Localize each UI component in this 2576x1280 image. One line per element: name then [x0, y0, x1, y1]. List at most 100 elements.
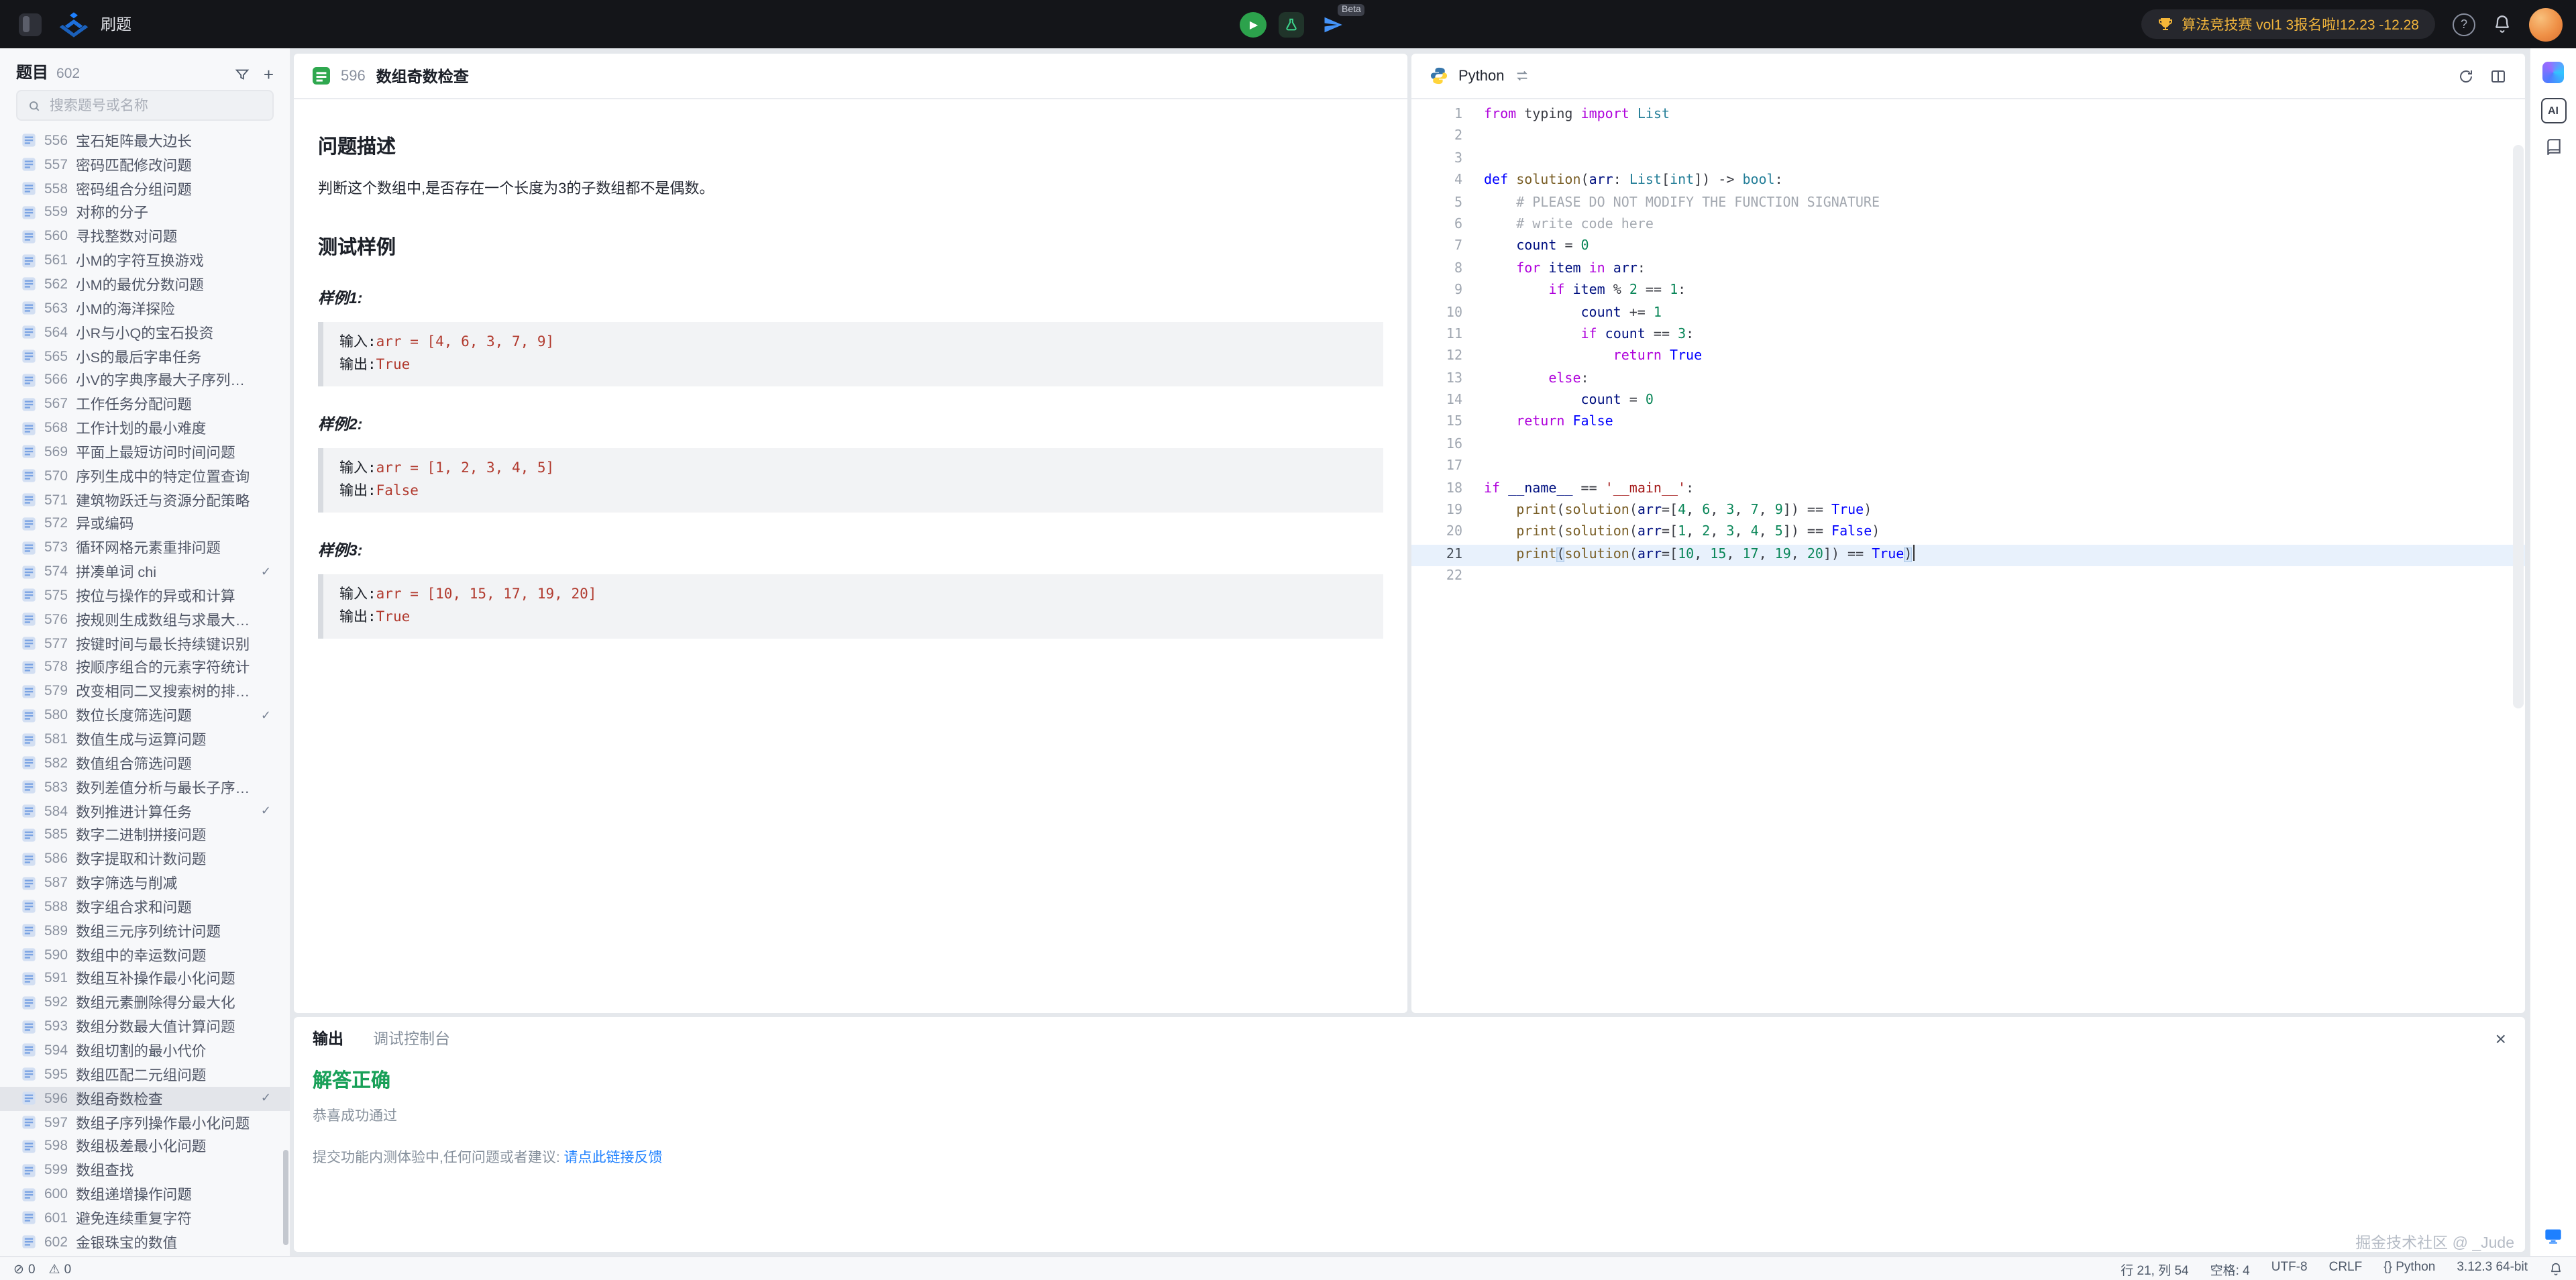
- line-number[interactable]: 5: [1411, 193, 1462, 215]
- problem-list-item[interactable]: 595数组匹配二元组问题✓: [0, 1063, 290, 1087]
- problem-list-item[interactable]: 598数组极差最小化问题✓: [0, 1134, 290, 1159]
- help-button[interactable]: ?: [2453, 13, 2475, 36]
- code-line[interactable]: 16: [1411, 435, 2525, 457]
- add-button[interactable]: +: [264, 66, 274, 83]
- problem-list-item[interactable]: 602金银珠宝的数值✓: [0, 1230, 290, 1255]
- line-number[interactable]: 7: [1411, 237, 1462, 259]
- problem-list-item[interactable]: 581数值生成与运算问题✓: [0, 727, 290, 751]
- line-number[interactable]: 17: [1411, 457, 1462, 479]
- problem-list-item[interactable]: 570序列生成中的特定位置查询✓: [0, 464, 290, 488]
- code-line[interactable]: 11 if count == 3:: [1411, 325, 2525, 347]
- line-number[interactable]: 9: [1411, 280, 1462, 303]
- problem-list-item[interactable]: 590数组中的幸运数问题✓: [0, 943, 290, 967]
- reset-code-button[interactable]: [2458, 68, 2474, 84]
- code-line[interactable]: 8 for item in arr:: [1411, 258, 2525, 280]
- problem-list-item[interactable]: 591数组互补操作最小化问题✓: [0, 967, 290, 991]
- problem-list-item[interactable]: 572异或编码✓: [0, 512, 290, 536]
- sidebar-toggle-icon[interactable]: [19, 13, 42, 36]
- warning-count[interactable]: ⚠0: [49, 1262, 72, 1277]
- line-number[interactable]: 10: [1411, 303, 1462, 325]
- code-line[interactable]: 18if __name__ == '__main__':: [1411, 478, 2525, 500]
- preview-icon[interactable]: [2544, 1226, 2563, 1245]
- contest-banner[interactable]: 算法竞技赛 vol1 3报名啦!12.23 -12.28: [2141, 9, 2435, 39]
- user-avatar[interactable]: [2529, 7, 2563, 41]
- debug-button[interactable]: [1279, 11, 1304, 37]
- code-line[interactable]: 9 if item % 2 == 1:: [1411, 280, 2525, 303]
- docs-icon[interactable]: [2544, 138, 2562, 156]
- code-line[interactable]: 13 else:: [1411, 368, 2525, 390]
- ai-assistant-icon[interactable]: AI: [2540, 98, 2566, 123]
- problem-list-item[interactable]: 558密码组合分组问题✓: [0, 176, 290, 201]
- problem-list-item[interactable]: 561小M的字符互换游戏✓: [0, 248, 290, 272]
- code-line[interactable]: 21 print(solution(arr=[10, 15, 17, 19, 2…: [1411, 545, 2525, 567]
- line-number[interactable]: 11: [1411, 325, 1462, 347]
- problem-list-item[interactable]: 594数组切割的最小代价✓: [0, 1038, 290, 1063]
- line-number[interactable]: 1: [1411, 105, 1462, 127]
- code-line[interactable]: 5 # PLEASE DO NOT MODIFY THE FUNCTION SI…: [1411, 193, 2525, 215]
- sidebar-scrollbar[interactable]: [283, 1150, 288, 1245]
- problem-list-item[interactable]: 568工作计划的最小难度✓: [0, 416, 290, 440]
- problem-list-item[interactable]: 589数组三元序列统计问题✓: [0, 919, 290, 943]
- switch-language-icon[interactable]: [1515, 68, 1530, 83]
- problem-list-item[interactable]: 571建筑物跃迁与资源分配策略✓: [0, 488, 290, 512]
- feedback-link[interactable]: 请点此链接反馈: [564, 1150, 663, 1166]
- notifications-button[interactable]: [2493, 15, 2512, 34]
- problem-list-item[interactable]: 586数字提取和计数问题✓: [0, 847, 290, 871]
- line-number[interactable]: 3: [1411, 149, 1462, 171]
- search-input[interactable]: [47, 96, 262, 115]
- line-number[interactable]: 12: [1411, 347, 1462, 369]
- problem-list-item[interactable]: 584数列推进计算任务✓: [0, 799, 290, 823]
- problem-list-item[interactable]: 596数组奇数检查✓: [0, 1087, 290, 1111]
- problem-list-item[interactable]: 564小R与小Q的宝石投资✓: [0, 321, 290, 345]
- problem-list-item[interactable]: 569平面上最短访问时间问题✓: [0, 440, 290, 464]
- editor-scrollbar[interactable]: [2513, 145, 2524, 708]
- problem-list-item[interactable]: 579改变相同二叉搜索树的排列方案数✓: [0, 680, 290, 704]
- status-bell-icon[interactable]: [2549, 1263, 2563, 1276]
- problem-list-item[interactable]: 576按规则生成数组与求最大值问题✓: [0, 608, 290, 632]
- code-line[interactable]: 15 return False: [1411, 413, 2525, 435]
- problem-list-item[interactable]: 583数列差值分析与最长子序列问题✓: [0, 776, 290, 800]
- problem-list-item[interactable]: 601避免连续重复字符✓: [0, 1206, 290, 1230]
- code-line[interactable]: 12 return True: [1411, 347, 2525, 369]
- line-number[interactable]: 21: [1411, 545, 1462, 567]
- line-number[interactable]: 2: [1411, 127, 1462, 149]
- code-line[interactable]: 19 print(solution(arr=[4, 6, 3, 7, 9]) =…: [1411, 500, 2525, 523]
- problem-list-item[interactable]: 587数字筛选与削减✓: [0, 871, 290, 895]
- run-button[interactable]: ▶: [1240, 11, 1267, 37]
- code-line[interactable]: 7 count = 0: [1411, 237, 2525, 259]
- line-number[interactable]: 8: [1411, 258, 1462, 280]
- line-number[interactable]: 4: [1411, 170, 1462, 193]
- problem-list-item[interactable]: 565小S的最后字串任务✓: [0, 344, 290, 368]
- filter-button[interactable]: [235, 67, 250, 82]
- problem-list-item[interactable]: 600数组递增操作问题✓: [0, 1182, 290, 1206]
- problem-list-item[interactable]: 562小M的最优分数问题✓: [0, 272, 290, 297]
- problem-list-item[interactable]: 588数字组合求和问题✓: [0, 895, 290, 919]
- status-item[interactable]: 空格: 4: [2210, 1260, 2250, 1279]
- code-line[interactable]: 17: [1411, 457, 2525, 479]
- status-item[interactable]: 3.12.3 64-bit: [2457, 1260, 2528, 1279]
- line-number[interactable]: 14: [1411, 390, 1462, 413]
- problem-list-item[interactable]: 582数值组合筛选问题✓: [0, 751, 290, 776]
- problem-list-item[interactable]: 574拼凑单词 chi✓: [0, 559, 290, 584]
- code-line[interactable]: 22: [1411, 566, 2525, 588]
- code-line[interactable]: 14 count = 0: [1411, 390, 2525, 413]
- line-number[interactable]: 20: [1411, 523, 1462, 545]
- status-item[interactable]: 行 21, 列 54: [2121, 1260, 2188, 1279]
- code-line[interactable]: 1from typing import List: [1411, 105, 2525, 127]
- problem-list-item[interactable]: 567工作任务分配问题✓: [0, 392, 290, 417]
- line-number[interactable]: 19: [1411, 500, 1462, 523]
- search-box[interactable]: [16, 90, 274, 121]
- status-item[interactable]: CRLF: [2329, 1260, 2363, 1279]
- code-editor[interactable]: 1from typing import List234def solution(…: [1411, 99, 2525, 1013]
- problem-list-item[interactable]: 556宝石矩阵最大边长✓: [0, 129, 290, 153]
- problem-list-item[interactable]: 560寻找整数对问题✓: [0, 225, 290, 249]
- problem-list-item[interactable]: 593数组分数最大值计算问题✓: [0, 1014, 290, 1038]
- code-line[interactable]: 6 # write code here: [1411, 215, 2525, 237]
- line-number[interactable]: 22: [1411, 566, 1462, 588]
- marscode-icon[interactable]: [2542, 62, 2564, 83]
- code-line[interactable]: 4def solution(arr: List[int]) -> bool:: [1411, 170, 2525, 193]
- code-line[interactable]: 3: [1411, 149, 2525, 171]
- line-number[interactable]: 6: [1411, 215, 1462, 237]
- code-line[interactable]: 2: [1411, 127, 2525, 149]
- problem-list-item[interactable]: 599数组查找✓: [0, 1159, 290, 1183]
